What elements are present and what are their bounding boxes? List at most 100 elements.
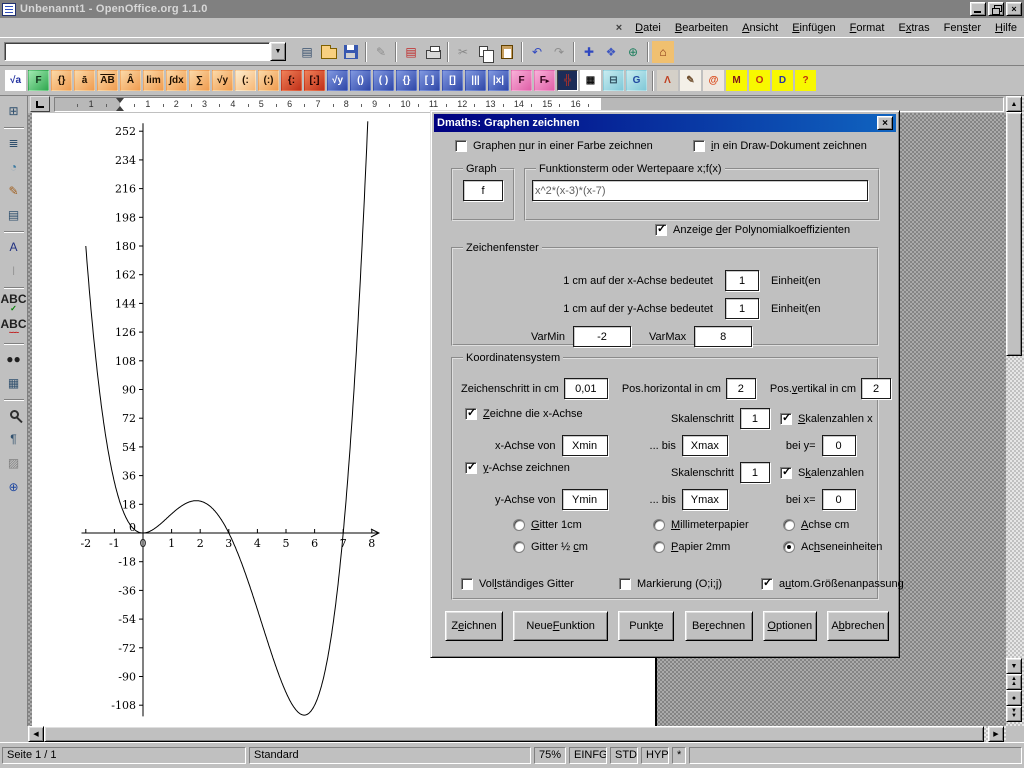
spellcheck-icon[interactable]: ABC (3, 292, 25, 314)
insert-fields-icon[interactable]: ≣ (3, 132, 25, 154)
scroll-up-icon[interactable]: ▲ (1006, 96, 1022, 112)
status-selection-mode[interactable]: STD (610, 747, 638, 764)
hyperlink-icon[interactable]: ⊕ (622, 41, 644, 63)
zeichenschritt-field[interactable] (564, 378, 608, 399)
dmaths-o-icon[interactable]: O (749, 70, 770, 91)
dmaths-help-icon[interactable]: ? (795, 70, 816, 91)
graph-name-field[interactable] (463, 180, 503, 201)
cut-icon[interactable]: ✂ (452, 41, 474, 63)
y-at-field[interactable] (822, 489, 856, 510)
menu-extras[interactable]: Extras (891, 20, 936, 36)
status-page[interactable]: Seite 1 / 1 (2, 747, 246, 764)
restore-button[interactable] (988, 2, 1004, 16)
status-style[interactable]: Standard (249, 747, 531, 764)
status-empty[interactable] (689, 747, 1022, 764)
bracket-colon-red-icon[interactable]: [:] (304, 70, 325, 91)
form-functions-icon[interactable]: ▤ (3, 204, 25, 226)
copy-icon[interactable] (474, 41, 496, 63)
dmaths-m-icon[interactable]: M (726, 70, 747, 91)
function-cursor-pink-icon[interactable]: F (534, 70, 555, 91)
menu-fenster[interactable]: Fenster (937, 20, 988, 36)
draw-functions-icon[interactable]: ✎ (3, 180, 25, 202)
paren2-blue-icon[interactable]: ( ) (373, 70, 394, 91)
skalenzahlen-y-checkbox[interactable] (780, 467, 792, 479)
neue-funktion-button[interactable]: Neue Funktion (513, 611, 608, 641)
poly-coeff-checkbox[interactable] (655, 224, 667, 236)
stylist-icon[interactable]: ❖ (600, 41, 622, 63)
indent-marker-top[interactable] (116, 98, 124, 103)
save-icon[interactable] (340, 41, 362, 63)
x-axis-checkbox[interactable] (465, 408, 477, 420)
status-hyperlink-mode[interactable]: HYP (641, 747, 669, 764)
sqrt-icon[interactable]: √a (5, 70, 26, 91)
horizontal-scroll-thumb[interactable] (44, 726, 984, 742)
segment-ab-icon[interactable]: AB (97, 70, 118, 91)
abbrechen-button[interactable]: Abbrechen (827, 611, 889, 641)
menu-format[interactable]: Format (843, 20, 892, 36)
millimeter-grid-icon[interactable]: ▦ (580, 70, 601, 91)
navigator-icon[interactable]: ✚ (578, 41, 600, 63)
scroll-left-icon[interactable]: ◀ (28, 726, 44, 742)
autospellcheck-icon[interactable]: ABC (3, 316, 25, 338)
bracket2-blue-icon[interactable]: [] (442, 70, 463, 91)
segment-cyan-icon[interactable]: ⊟ (603, 70, 624, 91)
undo-icon[interactable]: ↶ (526, 41, 548, 63)
title-bar[interactable]: Unbenannt1 - OpenOffice.org 1.1.0 × (0, 0, 1024, 18)
insert-table-icon[interactable]: ⊞ (3, 100, 25, 122)
punkte-button[interactable]: Punkte (618, 611, 674, 641)
zoom-icon[interactable] (3, 404, 25, 426)
new-document-icon[interactable]: ▤ (296, 41, 318, 63)
direct-cursor-icon[interactable]: I (3, 260, 25, 282)
chevron-down-icon[interactable]: ▼ (270, 42, 286, 61)
menu-bearbeiten[interactable]: Bearbeiten (668, 20, 735, 36)
browse-dot-icon[interactable]: ● (1006, 690, 1022, 706)
one-color-checkbox[interactable] (455, 140, 467, 152)
nonprinting-chars-icon[interactable]: ¶ (3, 428, 25, 450)
abs-blue-icon[interactable]: |x| (488, 70, 509, 91)
pos-vertikal-field[interactable] (861, 378, 891, 399)
integral-icon[interactable]: ∫dx (166, 70, 187, 91)
data-sources-icon[interactable]: ▦ (3, 372, 25, 394)
varmax-field[interactable] (694, 326, 752, 347)
angle-icon[interactable]: Â (120, 70, 141, 91)
function-pink-icon[interactable]: F (511, 70, 532, 91)
bracket-blue-icon[interactable]: [ ] (419, 70, 440, 91)
function-icon[interactable]: F (28, 70, 49, 91)
gallery-icon[interactable]: ⌂ (652, 41, 674, 63)
vector-icon[interactable]: ā (74, 70, 95, 91)
close-button[interactable]: × (1006, 2, 1022, 16)
edit-file-icon[interactable]: ✎ (370, 41, 392, 63)
previous-page-icon[interactable]: ▲▲ (1006, 674, 1022, 690)
y-scale-field[interactable] (725, 298, 759, 319)
scroll-right-icon[interactable]: ▶ (988, 726, 1004, 742)
zeichnen-button[interactable]: Zeichnen (445, 611, 503, 641)
dmaths-d-icon[interactable]: D (772, 70, 793, 91)
url-combobox[interactable]: ▼ (4, 42, 286, 61)
coordinate-grid-icon[interactable]: ╬ (557, 70, 578, 91)
url-input[interactable] (4, 42, 270, 61)
x-to-field[interactable] (682, 435, 728, 456)
compass-icon[interactable]: Λ (657, 70, 678, 91)
x-at-field[interactable] (822, 435, 856, 456)
geometry-g-icon[interactable]: G (626, 70, 647, 91)
skalenzahlen-x-checkbox[interactable] (780, 413, 792, 425)
paste-icon[interactable] (496, 41, 518, 63)
y-from-field[interactable] (562, 489, 608, 510)
minimize-button[interactable] (970, 2, 986, 16)
menu-hilfe[interactable]: Hilfe (988, 20, 1024, 36)
dialog-title-bar[interactable]: Dmaths: Graphen zeichnen × (434, 114, 896, 132)
nth-root-icon[interactable]: √y (212, 70, 233, 91)
status-modified[interactable]: * (672, 747, 686, 764)
brace-blue-icon[interactable]: {} (396, 70, 417, 91)
next-page-icon[interactable]: ▼▼ (1006, 706, 1022, 722)
status-insert-mode[interactable]: EINFG (569, 747, 607, 764)
pencil-icon[interactable]: ✎ (680, 70, 701, 91)
insert-object-icon[interactable]: ◔ (3, 156, 25, 178)
vertical-scrollbar[interactable]: ▲ ▼ ▲▲ ● ▼▼ (1006, 96, 1024, 726)
braces-icon[interactable]: {} (51, 70, 72, 91)
function-term-input[interactable] (532, 180, 868, 201)
bars-blue-icon[interactable]: ||| (465, 70, 486, 91)
y-axis-checkbox[interactable] (465, 462, 477, 474)
graphics-onoff-icon[interactable]: ▨ (3, 452, 25, 474)
sum-icon[interactable]: ∑ (189, 70, 210, 91)
